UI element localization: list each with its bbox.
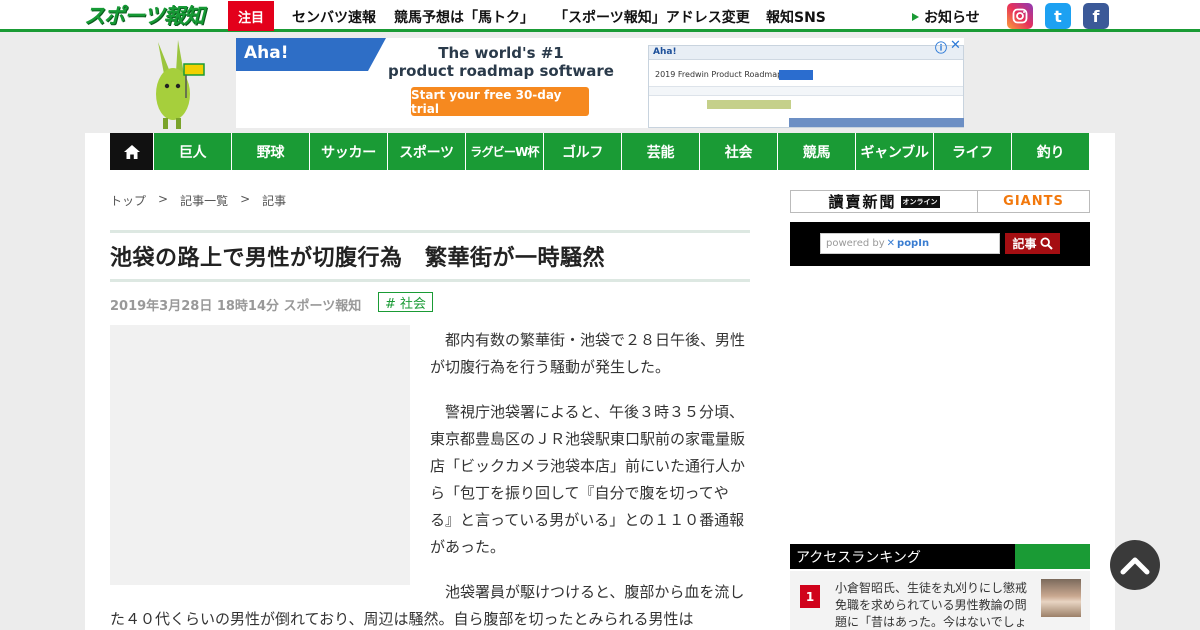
breadcrumb: トップ > 記事一覧 > 記事: [110, 192, 286, 209]
nav-item-life[interactable]: ライフ: [933, 133, 1011, 170]
ad-headline-line2: product roadmap software: [388, 62, 614, 80]
ranking-title: アクセスランキング: [790, 544, 1015, 569]
ad-screenshot-row: [649, 86, 963, 96]
search-input[interactable]: powered by ✕ popIn: [820, 233, 1000, 254]
ranking-thumbnail: [1041, 579, 1081, 617]
ad-brand-block: Aha!: [236, 38, 386, 71]
online-badge: オンライン: [900, 195, 940, 208]
ranking-item[interactable]: 1 小倉智昭氏、生徒を丸刈りにし懲戒免職を求められている男性教論の問題に「昔はあ…: [790, 571, 1090, 630]
nav-item-gamble[interactable]: ギャンブル: [855, 133, 933, 170]
ranking-header-accent: [1015, 544, 1090, 569]
ad-screenshot-gantt-bar: [789, 118, 964, 127]
facebook-icon[interactable]: f: [1083, 3, 1109, 29]
mascot-character: [156, 40, 205, 129]
search-button-label: 記事: [1012, 237, 1037, 251]
nav-item-society[interactable]: 社会: [699, 133, 777, 170]
yomiuri-online-link[interactable]: 讀賣新聞 オンライン: [791, 191, 978, 212]
breadcrumb-article-list[interactable]: 記事一覧: [180, 192, 228, 209]
popin-icon: ✕: [886, 238, 896, 249]
twitter-glyph: t: [1054, 6, 1062, 26]
sidebar-partner-banner: 讀賣新聞 オンライン GIANTS: [790, 190, 1090, 213]
ad-cta-button[interactable]: Start your free 30-day trial: [411, 87, 589, 116]
instagram-icon[interactable]: [1007, 3, 1033, 29]
ad-info-icon[interactable]: ⓘ: [935, 39, 947, 56]
nav-item-golf[interactable]: ゴルフ: [543, 133, 621, 170]
breadcrumb-separator: >: [158, 192, 169, 206]
ad-headline: The world's #1 product roadmap software: [386, 44, 616, 80]
top-link-address-change[interactable]: 「スポーツ報知」アドレス変更: [554, 7, 750, 27]
nav-item-horse-racing[interactable]: 競馬: [777, 133, 855, 170]
photo-spacer: [110, 327, 430, 587]
back-to-top-button[interactable]: [1110, 540, 1160, 590]
featured-label: 注目: [228, 1, 274, 31]
top-link-keiba[interactable]: 競馬予想は「馬トク」: [394, 7, 534, 27]
nav-item-entertainment[interactable]: 芸能: [621, 133, 699, 170]
search-placeholder-brand: popIn: [897, 238, 930, 249]
search-button[interactable]: 記事: [1005, 233, 1060, 254]
site-logo-text: スポーツ報知: [84, 4, 205, 28]
article-meta: 2019年3月28日 18時14分 スポーツ報知: [110, 299, 362, 314]
nav-item-baseball[interactable]: 野球: [231, 133, 309, 170]
home-icon[interactable]: [110, 133, 153, 170]
yomiuri-label: 讀賣新聞: [828, 193, 897, 211]
twitter-icon[interactable]: t: [1045, 3, 1071, 29]
nav-item-giants[interactable]: 巨人: [153, 133, 231, 170]
top-bar: スポーツ報知 注目 センバツ速報 競馬予想は「馬トク」 「スポーツ報知」アドレス…: [0, 0, 1200, 32]
nav-item-soccer[interactable]: サッカー: [309, 133, 387, 170]
triangle-right-icon: [912, 13, 919, 21]
banner-ad[interactable]: Aha! The world's #1 product roadmap soft…: [236, 38, 964, 128]
ad-screenshot-brand: Aha!: [653, 47, 677, 57]
nav-item-fishing[interactable]: 釣り: [1011, 133, 1089, 170]
article-body: 都内有数の繁華街・池袋で２８日午後、男性が切腹行為を行う騒動が発生した。 警視庁…: [110, 327, 750, 630]
ad-screenshot-title: 2019 Fredwin Product Roadmap: [655, 70, 783, 79]
article-title: 池袋の路上で男性が切腹行為 繁華街が一時騒然: [110, 246, 606, 271]
search-placeholder-prefix: powered by: [826, 238, 885, 249]
top-link-sns[interactable]: 報知SNS: [766, 7, 826, 27]
sidebar-search: powered by ✕ popIn 記事: [790, 222, 1090, 266]
breadcrumb-separator: >: [240, 192, 251, 206]
ad-screenshot: Aha! 2019 Fredwin Product Roadmap: [648, 45, 964, 128]
news-link-label: お知らせ: [924, 10, 980, 26]
ad-close-icon[interactable]: ✕: [950, 38, 961, 53]
giants-link[interactable]: GIANTS: [978, 191, 1089, 212]
category-tag[interactable]: # 社会: [378, 292, 434, 312]
site-logo[interactable]: スポーツ報知: [84, 1, 208, 29]
article-title-box: 池袋の路上で男性が切腹行為 繁華街が一時騒然: [110, 230, 750, 282]
category-nav: 巨人 野球 サッカー スポーツ ラグビーW杯 ゴルフ 芸能 社会 競馬 ギャンブ…: [110, 133, 1089, 170]
facebook-glyph: f: [1092, 6, 1100, 26]
chevron-up-icon: [1120, 557, 1150, 575]
search-icon: [1039, 237, 1053, 250]
nav-item-sports[interactable]: スポーツ: [387, 133, 465, 170]
ad-screenshot-toolbar: Aha!: [649, 46, 963, 60]
ad-screenshot-gantt-bar: [707, 100, 791, 109]
news-link[interactable]: お知らせ: [912, 7, 980, 27]
ranking-headline: 小倉智昭氏、生徒を丸刈りにし懲戒免職を求められている男性教論の問題に「昔はあった…: [835, 581, 1028, 629]
ranking-number: 1: [800, 585, 820, 608]
breadcrumb-current: 記事: [262, 194, 287, 208]
ranking-header: アクセスランキング: [790, 544, 1090, 569]
nav-item-rugby-wc[interactable]: ラグビーW杯: [465, 133, 543, 170]
breadcrumb-top[interactable]: トップ: [110, 192, 146, 209]
ad-headline-line1: The world's #1: [438, 44, 564, 62]
ad-brand: Aha!: [244, 43, 289, 63]
top-link-senbatsu[interactable]: センバツ速報: [292, 7, 376, 27]
ad-screenshot-button: [779, 70, 813, 80]
